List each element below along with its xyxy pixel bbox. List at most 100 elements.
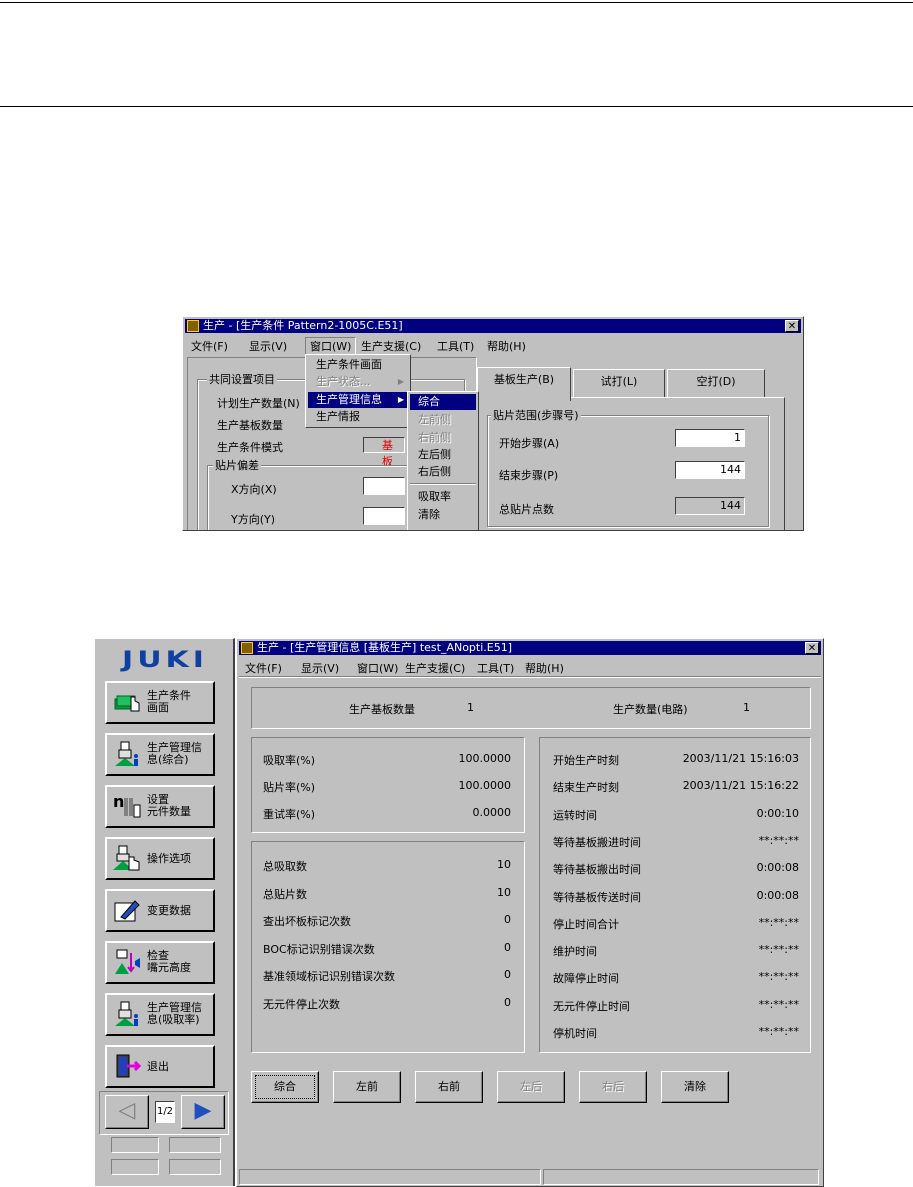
counts-row-value: 0 — [504, 913, 511, 926]
app-icon — [187, 320, 199, 332]
menu-item-production-info[interactable]: 生产情报 — [308, 409, 408, 425]
submenu-item-clear[interactable]: 清除 — [410, 507, 476, 523]
menu-tools[interactable]: 工具(T) — [477, 660, 514, 676]
page-indicator: 1/2 — [155, 1101, 175, 1123]
button-label: 变更数据 — [147, 904, 191, 917]
edit-pencil-icon — [113, 897, 141, 923]
times-row-value: 2003/11/21 15:16:03 — [682, 752, 799, 765]
submenu-arrow-icon: ▶ — [397, 377, 404, 386]
rates-row-label: 重试率(%) — [263, 808, 316, 821]
menu-separator — [410, 483, 476, 485]
next-page-button[interactable]: ▶ — [181, 1095, 225, 1129]
submenu-item-left-rear[interactable]: 左后侧 — [410, 447, 476, 463]
change-data-button[interactable]: 变更数据 — [105, 889, 215, 932]
rates-row-value: 100.0000 — [458, 779, 512, 792]
menu-item-production-status: 生产状态... — [316, 375, 371, 388]
counts-row-value: 0 — [504, 995, 511, 1009]
window-title: 生产 - [生产管理信息 [基板生产] test_ANopti.E51] — [257, 641, 513, 654]
board-qty-label: 生产基板数量 — [349, 703, 415, 716]
menu-window[interactable]: 窗口(W) — [305, 337, 357, 355]
rates-row-value: 0.0000 — [472, 806, 512, 819]
clear-button[interactable]: 清除 — [661, 1071, 729, 1103]
management-info-overall-button[interactable]: 生产管理信 息(综合) — [105, 733, 215, 776]
y-direction-field[interactable] — [363, 507, 405, 525]
production-condition-window: 生产 - [生产条件 Pattern2-1005C.E51] ✕ 文件(F) 显… — [182, 316, 804, 531]
height-check-icon — [113, 949, 141, 975]
submenu-item-right-front: 右前侧 — [418, 431, 451, 444]
menu-support[interactable]: 生产支援(C) — [361, 338, 421, 354]
y-direction-label: Y方向(Y) — [231, 513, 276, 526]
nozzle-hand-icon — [113, 845, 141, 871]
menu-item-condition-screen[interactable]: 生产条件画面 — [308, 357, 408, 373]
button-label: 检查 嘴元高度 — [147, 949, 191, 974]
board-qty-label: 生产基板数量 — [217, 419, 283, 432]
counts-row-value: 0 — [504, 940, 511, 954]
submenu-item-overall[interactable]: 综合 — [410, 394, 476, 410]
menu-file[interactable]: 文件(F) — [245, 660, 282, 676]
nozzle-info-icon — [113, 741, 141, 767]
rates-row-label: 贴片率(%) — [263, 781, 316, 794]
start-step-field[interactable]: 1 — [675, 429, 745, 447]
status-bar-left — [239, 1169, 541, 1185]
menu-bar: 文件(F) 显示(V) 窗口(W) 生产支援(C) 工具(T) 帮助(H) — [239, 658, 821, 675]
tab-dry-run[interactable]: 空打(D) — [667, 369, 765, 397]
prod-qty-value: 1 — [743, 701, 750, 714]
menu-help[interactable]: 帮助(H) — [525, 660, 564, 676]
tab-board-production[interactable]: 基板生产(B) — [477, 367, 571, 401]
x-direction-field[interactable] — [363, 477, 405, 495]
condition-screen-button[interactable]: 生产条件 画面 — [105, 681, 215, 724]
range-group-label: 贴片范围(步骤号) — [491, 407, 581, 423]
summary-panel — [251, 687, 811, 729]
production-management-window: 生产 - [生产管理信息 [基板生产] test_ANopti.E51] ✕ 文… — [236, 638, 824, 1187]
set-component-count-button[interactable]: n 设置 元件数量 — [105, 785, 215, 828]
counts-row-value: 10 — [497, 885, 511, 899]
counts-row-label: 无元件停止次数 — [263, 997, 340, 1011]
count-setting-icon: n — [113, 792, 141, 819]
menu-file[interactable]: 文件(F) — [191, 338, 228, 354]
times-row-value: 0:00:08 — [756, 888, 799, 902]
times-row-value: **:**:** — [758, 943, 799, 957]
management-info-pickup-button[interactable]: 生产管理信 息(吸取率) — [105, 993, 215, 1036]
times-row-value: 2003/11/21 15:16:22 — [682, 779, 799, 793]
menu-help[interactable]: 帮助(H) — [487, 338, 526, 354]
end-step-field[interactable]: 144 — [675, 461, 745, 479]
status-cell — [111, 1159, 159, 1175]
close-button[interactable]: ✕ — [805, 642, 819, 654]
right-rear-button: 右后 — [579, 1071, 647, 1103]
check-nozzle-height-button[interactable]: 检查 嘴元高度 — [105, 941, 215, 984]
header-rule — [0, 106, 913, 107]
button-label: 生产管理信 息(吸取率) — [147, 1001, 202, 1026]
button-label: 退出 — [147, 1060, 169, 1073]
window-title: 生产 - [生产条件 Pattern2-1005C.E51] — [203, 319, 403, 332]
money-hand-icon — [113, 689, 141, 715]
rates-row-label: 吸取率(%) — [263, 754, 316, 767]
prev-page-button[interactable]: ◁ — [105, 1095, 149, 1129]
submenu-item-right-rear[interactable]: 右后侧 — [410, 464, 476, 480]
times-row-label: 维护时间 — [553, 945, 597, 959]
menu-bar: 文件(F) 显示(V) 窗口(W) 生产支援(C) 工具(T) 帮助(H) — [185, 336, 801, 355]
status-bar-right — [543, 1169, 819, 1185]
operation-options-button[interactable]: 操作选项 — [105, 837, 215, 880]
prod-qty-label: 生产数量(电路) — [613, 703, 688, 716]
menu-support[interactable]: 生产支援(C) — [405, 660, 465, 676]
close-button[interactable]: ✕ — [785, 320, 799, 332]
times-row-label: 故障停止时间 — [553, 972, 619, 986]
mode-label: 生产条件模式 — [217, 441, 283, 454]
counts-row-label: 总贴片数 — [263, 887, 307, 901]
left-front-button[interactable]: 左前 — [333, 1071, 401, 1103]
menu-view[interactable]: 显示(V) — [249, 338, 287, 354]
rates-row-value: 100.0000 — [458, 752, 512, 765]
menu-view[interactable]: 显示(V) — [301, 660, 339, 676]
menu-tools[interactable]: 工具(T) — [437, 338, 474, 354]
juki-logo: JUKI — [122, 646, 208, 673]
status-cell — [169, 1137, 221, 1153]
overall-button[interactable]: 综合 — [251, 1071, 319, 1103]
menu-window[interactable]: 窗口(W) — [357, 660, 398, 676]
management-submenu: 综合 左前侧 右前侧 左后侧 右后侧 吸取率 清除 — [407, 391, 479, 530]
exit-button[interactable]: 退出 — [105, 1045, 215, 1088]
tab-test-run[interactable]: 试打(L) — [573, 369, 665, 397]
counts-row-label: 总吸取数 — [263, 860, 307, 873]
menu-item-management-info[interactable]: 生产管理信息 — [308, 392, 408, 408]
right-front-button[interactable]: 右前 — [415, 1071, 483, 1103]
submenu-item-pickup-rate[interactable]: 吸取率 — [410, 489, 476, 505]
